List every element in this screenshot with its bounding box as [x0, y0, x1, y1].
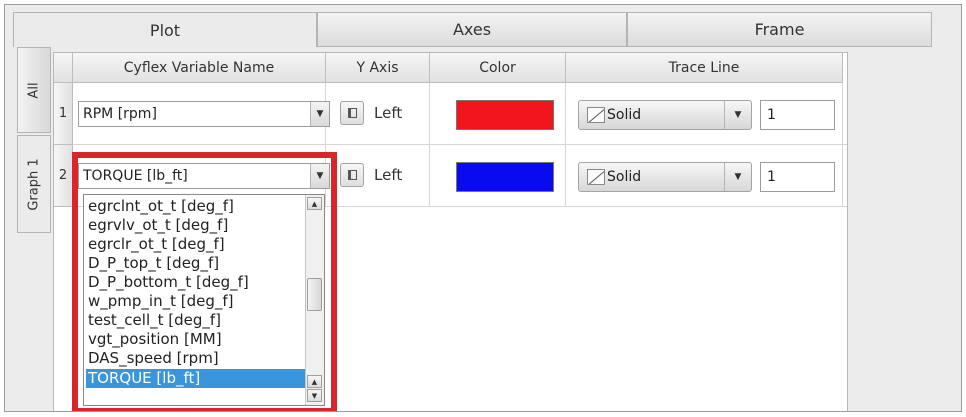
- chevron-down-icon[interactable]: ▼: [724, 163, 751, 191]
- side-tab-graph-1[interactable]: Graph 1: [17, 135, 51, 233]
- y-axis-toggle-row-1[interactable]: [340, 101, 364, 125]
- plot-settings-panel: Plot Axes Frame All Graph 1 Cyflex Varia…: [4, 4, 962, 412]
- line-style-select-row-2[interactable]: Solid ▼: [578, 162, 752, 192]
- tab-plot[interactable]: Plot: [13, 12, 317, 47]
- header-color: Color: [430, 53, 566, 83]
- chevron-down-icon[interactable]: ▼: [724, 101, 751, 129]
- header-variable-name: Cyflex Variable Name: [73, 53, 326, 83]
- tab-frame[interactable]: Frame: [627, 12, 932, 47]
- y-axis-toggle-row-2[interactable]: [340, 163, 364, 187]
- side-tab-all-label: All: [26, 81, 42, 99]
- line-width-input-row-1[interactable]: 1: [760, 100, 835, 130]
- line-style-icon: [587, 107, 605, 123]
- side-tab-all[interactable]: All: [17, 47, 51, 133]
- table-corner: [54, 53, 73, 83]
- header-y-axis: Y Axis: [326, 53, 430, 83]
- y-axis-label-row-1: Left: [374, 104, 403, 122]
- column-divider: [842, 83, 843, 207]
- line-style-icon: [587, 169, 605, 185]
- row-number-2: 2: [54, 145, 73, 207]
- axis-toggle-icon: [347, 170, 357, 180]
- line-style-value: Solid: [607, 107, 642, 123]
- column-divider: [429, 83, 430, 207]
- color-swatch-row-2[interactable]: [456, 162, 554, 192]
- chevron-down-icon[interactable]: ▼: [310, 102, 329, 126]
- tab-bar: Plot Axes Frame: [13, 12, 953, 47]
- variable-select-row-1[interactable]: RPM [rpm] ▼: [78, 101, 330, 127]
- row-divider: [73, 144, 847, 145]
- axis-toggle-icon: [347, 108, 357, 118]
- line-width-input-row-2[interactable]: 1: [760, 162, 835, 192]
- variable-select-value: RPM [rpm]: [83, 106, 157, 122]
- line-style-select-row-1[interactable]: Solid ▼: [578, 100, 752, 130]
- column-divider: [565, 83, 566, 207]
- line-style-value: Solid: [607, 169, 642, 185]
- color-swatch-row-1[interactable]: [456, 100, 554, 130]
- row-number-1: 1: [54, 83, 73, 145]
- y-axis-label-row-2: Left: [374, 166, 403, 184]
- side-tab-graph-1-label: Graph 1: [26, 157, 42, 211]
- highlight-box: [72, 152, 337, 411]
- tab-axes[interactable]: Axes: [317, 12, 627, 47]
- header-trace-line: Trace Line: [566, 53, 843, 83]
